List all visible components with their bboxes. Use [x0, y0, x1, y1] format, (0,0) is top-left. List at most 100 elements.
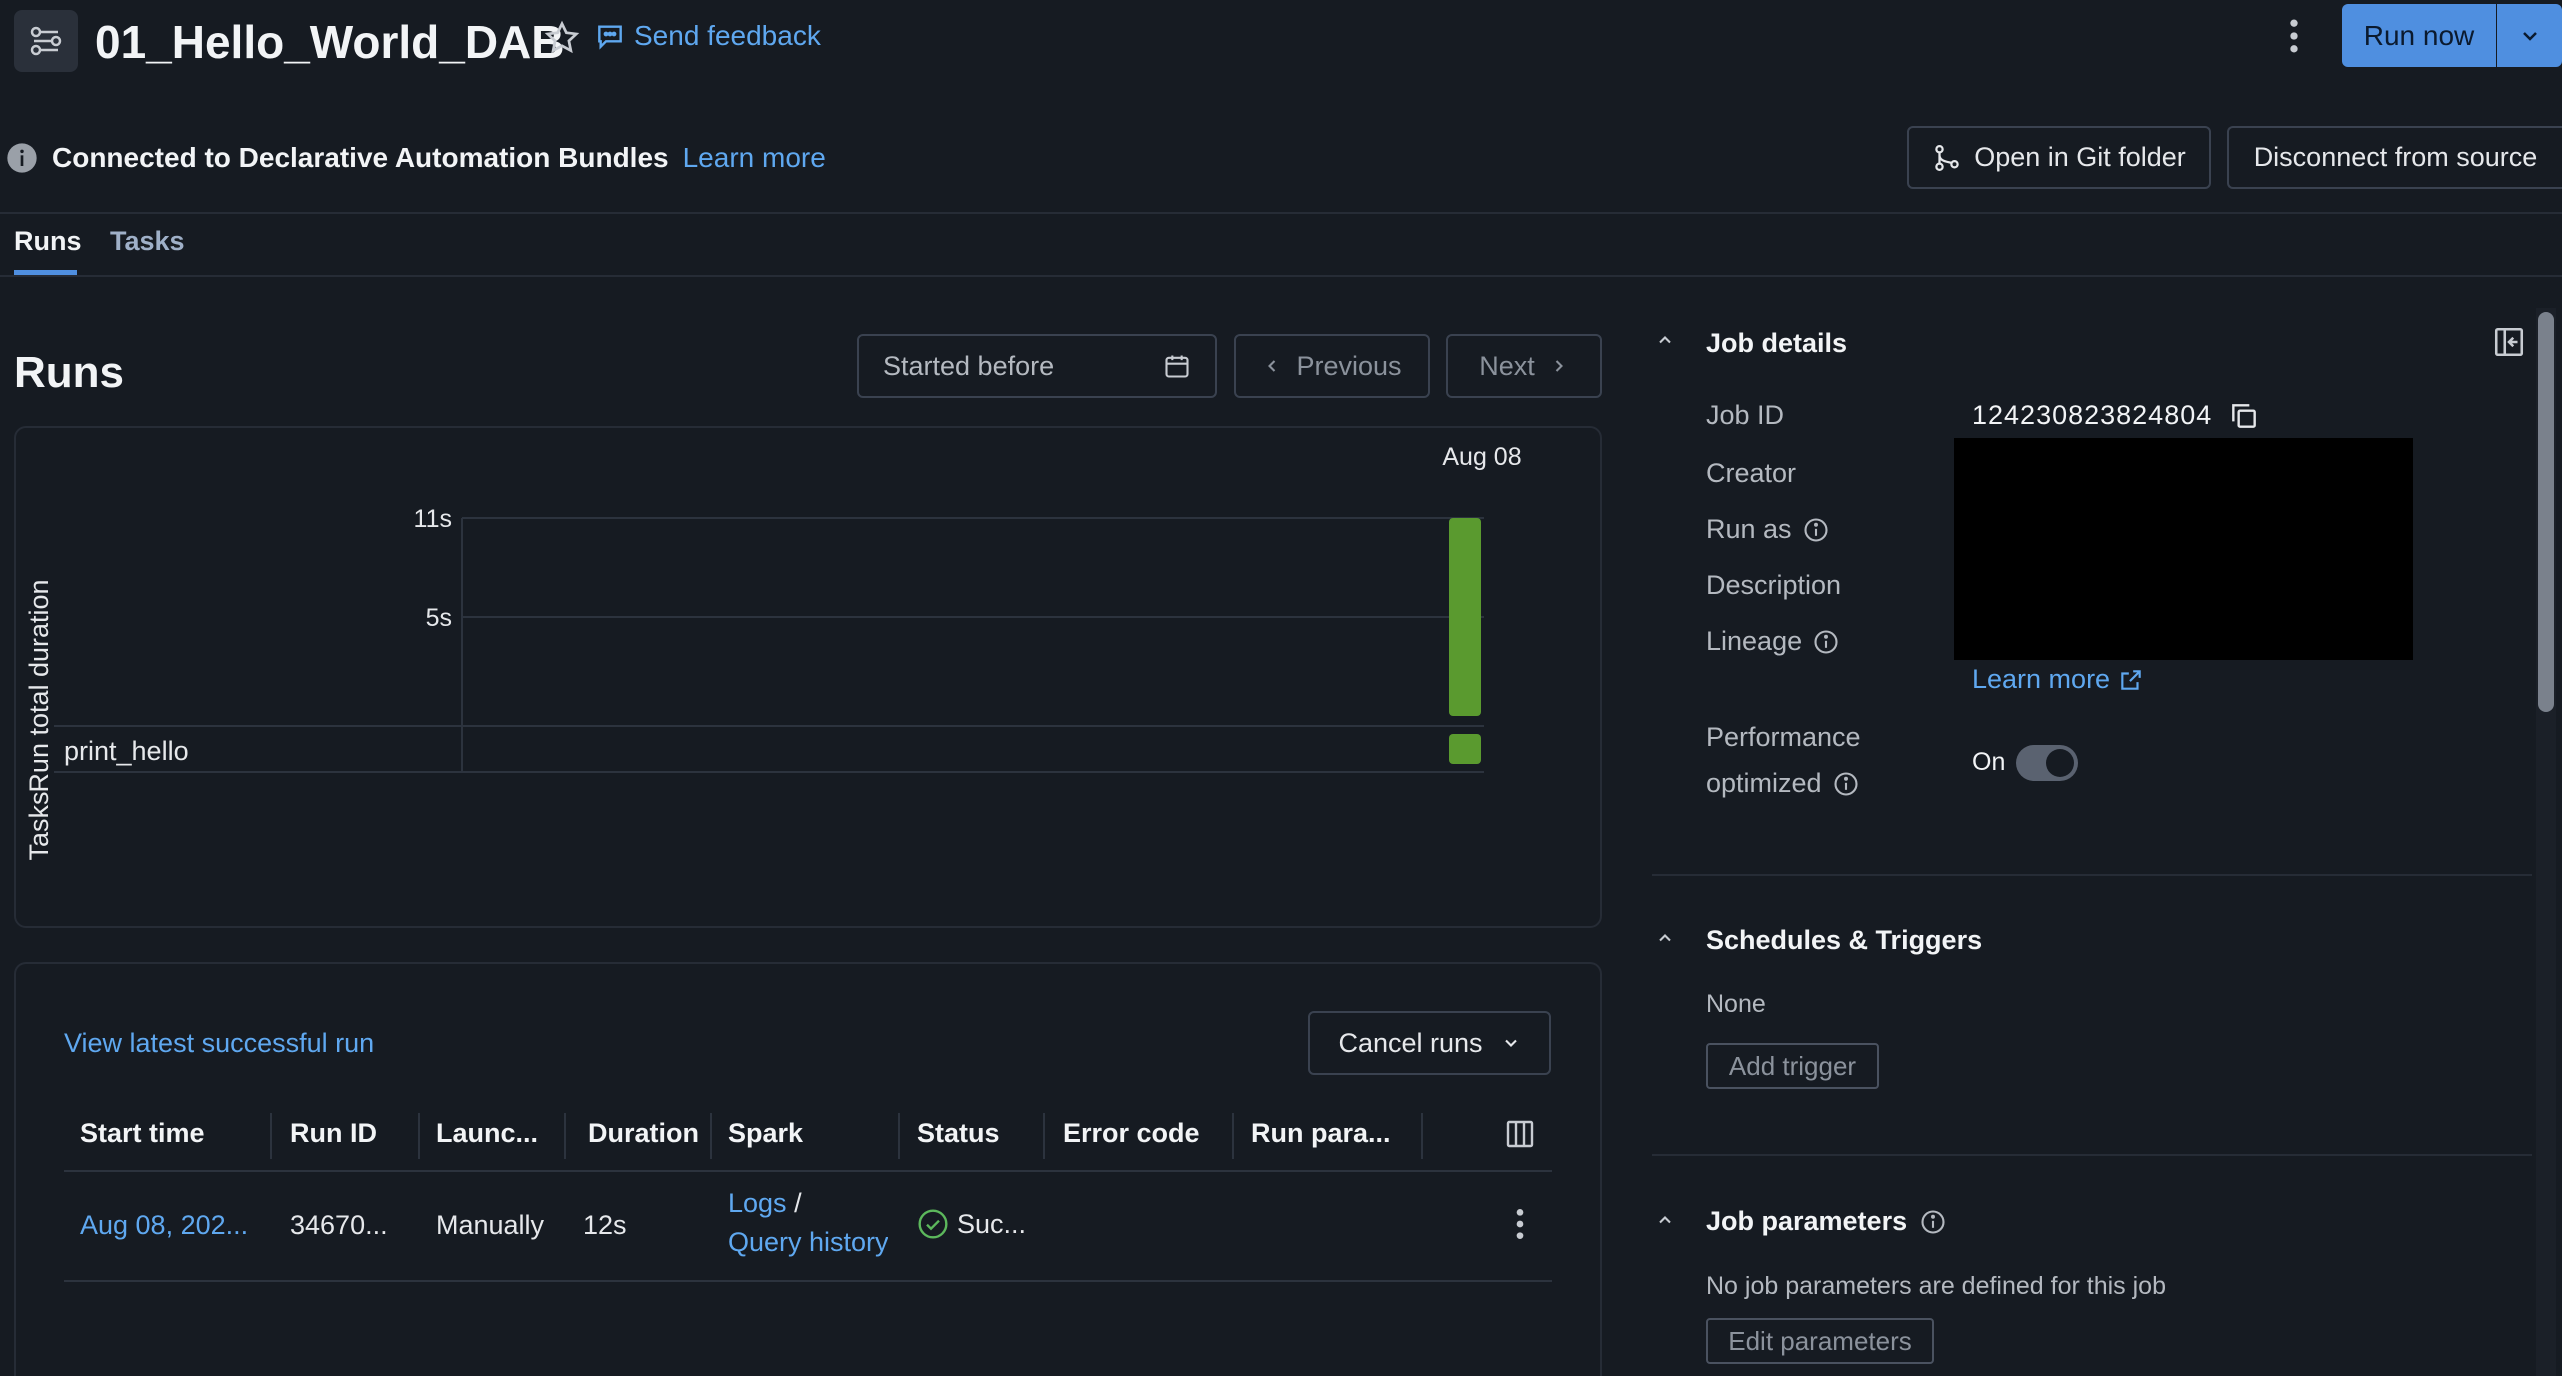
- dab-connected-text: Connected to Declarative Automation Bund…: [52, 142, 669, 173]
- collapse-schedules-icon[interactable]: [1652, 928, 1678, 948]
- star-icon[interactable]: [544, 20, 580, 56]
- chevron-right-icon: [1549, 356, 1569, 376]
- more-options-icon[interactable]: [2278, 14, 2310, 58]
- collapse-panel-icon[interactable]: [2492, 325, 2526, 359]
- spark-logs-link[interactable]: Logs: [728, 1188, 787, 1218]
- collapse-job-details-icon[interactable]: [1652, 330, 1678, 350]
- col-header-duration[interactable]: Duration: [588, 1118, 699, 1149]
- cancel-runs-button[interactable]: Cancel runs: [1308, 1011, 1551, 1075]
- col-header-launched[interactable]: Launc...: [436, 1118, 538, 1149]
- job-parameters-empty-text: No job parameters are defined for this j…: [1706, 1272, 2166, 1300]
- task-name-label: print_hello: [64, 736, 189, 766]
- lineage-row: Lineage: [1706, 626, 1840, 657]
- query-history-link[interactable]: Query history: [728, 1227, 888, 1258]
- performance-value: On: [1972, 748, 2006, 776]
- job-id-label: Job ID: [1706, 400, 1785, 430]
- scrollbar-thumb[interactable]: [2538, 312, 2554, 712]
- next-label: Next: [1479, 350, 1535, 381]
- started-before-filter[interactable]: Started before: [857, 334, 1217, 398]
- duration-bar: [1449, 518, 1481, 716]
- y-axis-label: Run total duration: [24, 579, 54, 792]
- column-picker-icon[interactable]: [1504, 1118, 1536, 1150]
- dab-learn-more-link[interactable]: Learn more: [683, 142, 826, 174]
- col-separator: [898, 1113, 900, 1159]
- copy-icon[interactable]: [2228, 400, 2260, 432]
- calendar-icon: [1163, 352, 1191, 380]
- next-button[interactable]: Next: [1446, 334, 1602, 398]
- divider: [0, 212, 2562, 214]
- send-feedback-link[interactable]: Send feedback: [594, 20, 821, 52]
- run-as-row: Run as: [1706, 514, 1830, 545]
- col-separator: [270, 1113, 272, 1159]
- lineage-learn-more-label: Learn more: [1972, 664, 2111, 694]
- run-now-button[interactable]: Run now: [2342, 4, 2496, 67]
- chat-bubble-icon: [594, 20, 626, 52]
- job-details-title: Job details: [1706, 328, 1848, 358]
- run-as-label: Run as: [1706, 514, 1792, 544]
- col-header-start-time[interactable]: Start time: [80, 1118, 205, 1149]
- edit-parameters-button[interactable]: Edit parameters: [1706, 1318, 1934, 1364]
- col-header-run-parameters[interactable]: Run para...: [1251, 1118, 1391, 1149]
- open-in-git-folder-label: Open in Git folder: [1974, 142, 2186, 172]
- dab-info-bar: Connected to Declarative Automation Bund…: [6, 142, 826, 174]
- col-separator: [564, 1113, 566, 1159]
- run-now-dropdown-button[interactable]: [2497, 4, 2562, 67]
- y-tick-label: 11s: [414, 505, 452, 533]
- info-outline-icon[interactable]: [1812, 628, 1840, 656]
- spark-cell: Logs / Query history: [728, 1188, 888, 1258]
- chevron-left-icon: [1262, 356, 1282, 376]
- disconnect-from-source-button[interactable]: Disconnect from source: [2227, 126, 2562, 189]
- tasks-lane-label: Tasks: [24, 791, 54, 860]
- git-branch-icon: [1932, 143, 1962, 173]
- description-label: Description: [1706, 570, 1842, 600]
- table-row-divider: [64, 1280, 1552, 1282]
- col-separator: [1232, 1113, 1234, 1159]
- table-header-divider: [64, 1170, 1552, 1172]
- info-outline-icon[interactable]: [1919, 1208, 1947, 1236]
- success-check-icon: [917, 1208, 949, 1240]
- toggle-knob: [2046, 749, 2074, 777]
- run-launched-cell: Manually: [436, 1210, 545, 1240]
- chevron-down-icon: [2518, 24, 2542, 48]
- runs-duration-chart: Run total duration Tasks Aug 08 11s 5s pr…: [24, 443, 1522, 861]
- performance-optimized-toggle[interactable]: [2016, 745, 2078, 781]
- run-status-label: Suc...: [957, 1208, 1027, 1239]
- row-more-options-icon[interactable]: [1504, 1204, 1536, 1244]
- add-trigger-button[interactable]: Add trigger: [1706, 1043, 1879, 1089]
- col-separator: [1421, 1113, 1423, 1159]
- lineage-label: Lineage: [1706, 626, 1803, 656]
- optimized-label: optimized: [1706, 768, 1822, 798]
- col-header-spark[interactable]: Spark: [728, 1118, 803, 1149]
- section-divider: [1652, 874, 2532, 876]
- col-header-status[interactable]: Status: [917, 1118, 1000, 1149]
- creator-label: Creator: [1706, 458, 1797, 488]
- send-feedback-label: Send feedback: [634, 20, 821, 51]
- schedules-value: None: [1706, 990, 1766, 1018]
- chevron-down-icon: [1501, 1033, 1521, 1053]
- lineage-learn-more-link[interactable]: Learn more: [1972, 664, 2144, 695]
- info-outline-icon[interactable]: [1802, 516, 1830, 544]
- collapse-job-parameters-icon[interactable]: [1652, 1210, 1678, 1230]
- y-tick-label: 5s: [426, 604, 452, 632]
- previous-button[interactable]: Previous: [1234, 334, 1430, 398]
- col-header-run-id[interactable]: Run ID: [290, 1118, 377, 1149]
- col-separator: [418, 1113, 420, 1159]
- tab-tasks[interactable]: Tasks: [110, 226, 185, 257]
- job-parameters-title: Job parameters: [1706, 1206, 1908, 1236]
- job-app-icon: [14, 10, 78, 72]
- open-in-git-folder-button[interactable]: Open in Git folder: [1907, 126, 2211, 189]
- job-id-value: 124230823824804: [1972, 400, 2213, 430]
- cancel-runs-label: Cancel runs: [1338, 1027, 1483, 1058]
- runs-heading: Runs: [14, 348, 124, 397]
- tab-runs[interactable]: Runs: [14, 226, 82, 257]
- col-separator: [710, 1113, 712, 1159]
- redacted-area: [1954, 438, 2413, 660]
- run-start-time-link[interactable]: Aug 08, 202...: [80, 1210, 248, 1241]
- view-latest-successful-run-link[interactable]: View latest successful run: [64, 1028, 374, 1059]
- col-header-error-code[interactable]: Error code: [1063, 1118, 1200, 1149]
- info-outline-icon[interactable]: [1832, 770, 1860, 798]
- x-tick-label: Aug 08: [1442, 443, 1521, 471]
- run-status-cell: Suc...: [917, 1208, 1026, 1240]
- section-divider: [1652, 1154, 2532, 1156]
- started-before-label: Started before: [883, 350, 1055, 381]
